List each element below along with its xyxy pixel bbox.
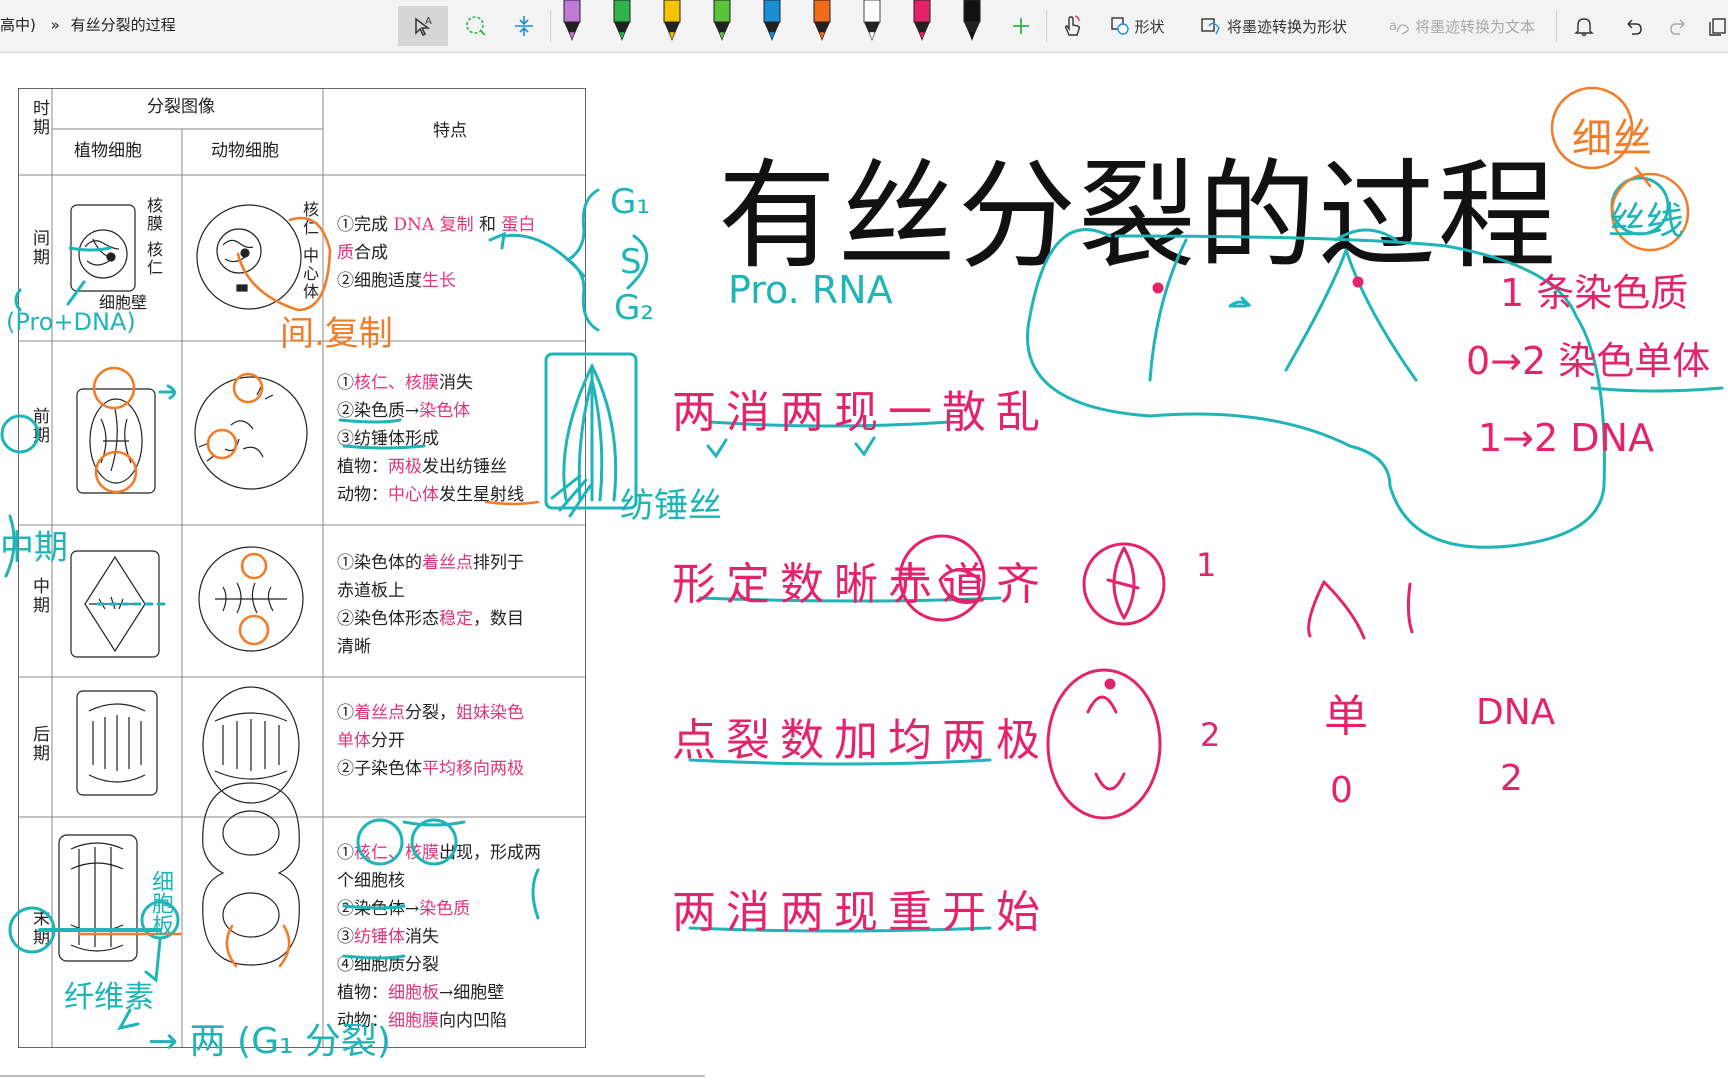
note-metaphase[interactable]: 中期 <box>0 520 68 569</box>
spindle-drawing <box>562 362 618 502</box>
note-fiber[interactable]: 纤维素 <box>64 972 154 1016</box>
note-interphase-copy[interactable]: 间.复制 <box>280 306 393 355</box>
note-right-3[interactable]: 1→2 DNA <box>1478 416 1654 460</box>
note-two[interactable]: 2 <box>1500 758 1523 799</box>
mnemonic-telophase[interactable]: 两消两现重开始 <box>672 876 1050 940</box>
note-s[interactable]: S <box>620 242 642 282</box>
note-right-2[interactable]: 0→2 染色单体 <box>1466 330 1710 385</box>
count-1[interactable]: 1 <box>1196 546 1216 584</box>
note-top-right-a[interactable]: 细丝 <box>1572 106 1652 164</box>
interphase-brace <box>565 188 600 332</box>
mnemonic-anaphase[interactable]: 点裂数加均两极 <box>672 704 1050 768</box>
mnemonic-metaphase[interactable]: 形定数晰赤道齐 <box>672 548 1050 612</box>
note-pro-dna[interactable]: (Pro+DNA) <box>6 308 136 336</box>
x-1-sketch <box>1307 580 1414 640</box>
note-top-right-b[interactable]: 丝线 <box>1608 190 1684 245</box>
note-g1[interactable]: G₁ <box>610 182 650 222</box>
note-g2[interactable]: G₂ <box>614 288 654 328</box>
centrosome-highlight <box>236 216 332 312</box>
mnemonic-prophase[interactable]: 两消两现一散乱 <box>672 376 1050 440</box>
note-dna[interactable]: DNA <box>1476 692 1555 733</box>
duplicated-chromosome <box>1284 228 1418 382</box>
orange-ink <box>78 86 1690 968</box>
prophase-circle <box>0 414 40 454</box>
note-zero[interactable]: 0 <box>1330 770 1353 811</box>
single-chromatid <box>1148 238 1188 382</box>
anaphase-cell-sketch <box>1046 668 1162 820</box>
note-spindle[interactable]: 纺锤丝 <box>620 478 722 527</box>
note-cell-plate[interactable]: 细胞板 <box>144 870 176 936</box>
note-pro-rna[interactable]: Pro. RNA <box>728 268 893 312</box>
count-2[interactable]: 2 <box>1200 716 1220 754</box>
note-bottom[interactable]: → 两 (G₁ 分裂) <box>148 1012 391 1064</box>
note-single[interactable]: 单 <box>1324 680 1368 744</box>
note-right-1[interactable]: 1 条染色质 <box>1500 262 1688 317</box>
